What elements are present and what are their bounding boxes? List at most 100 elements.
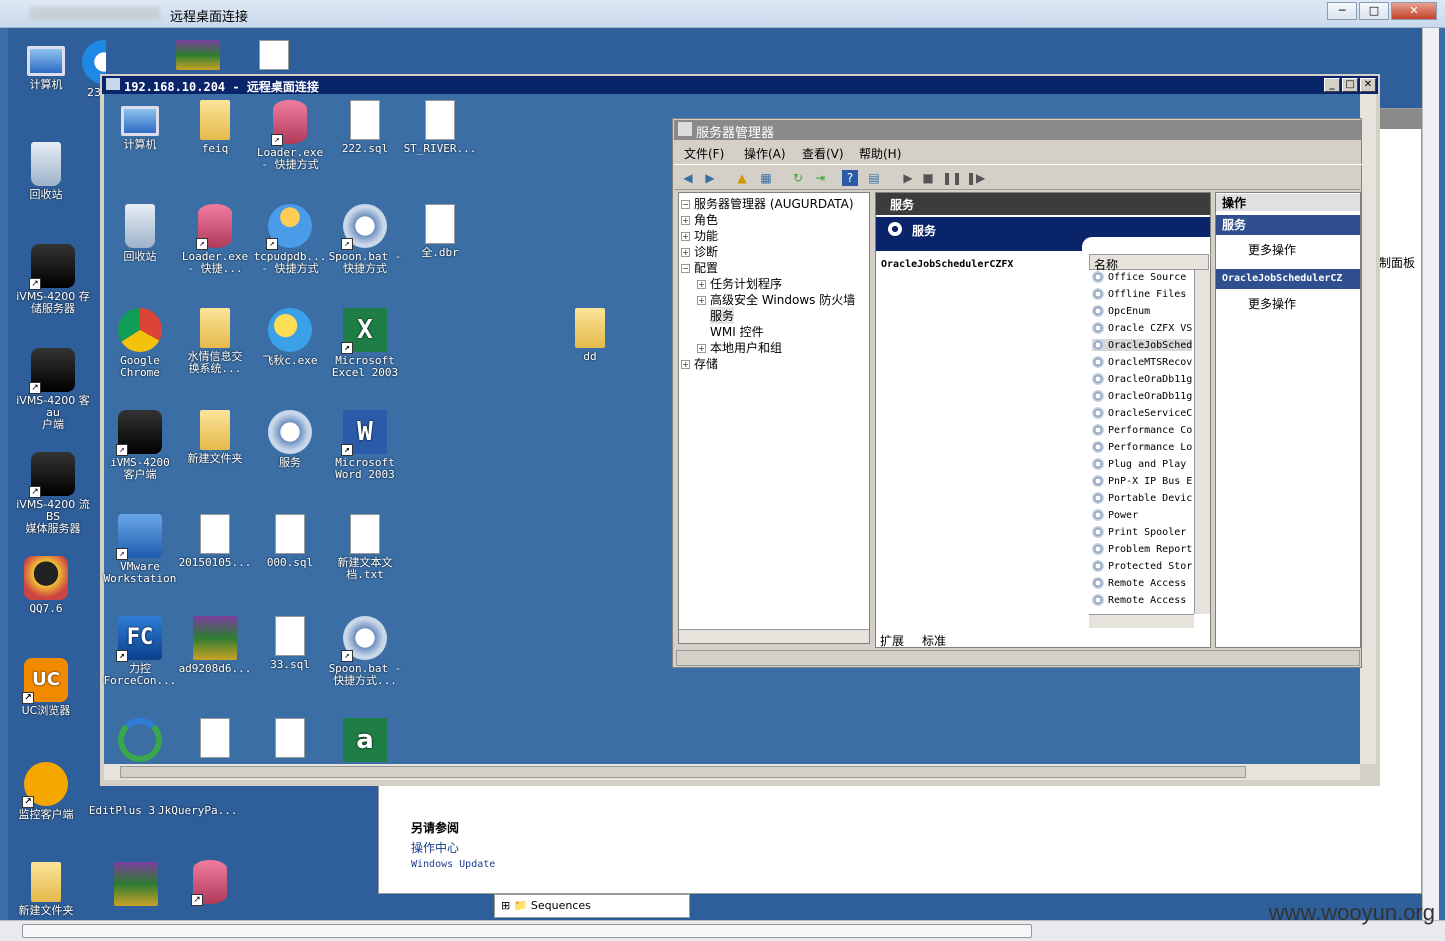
pause-icon[interactable]: ❚❚ <box>942 170 962 186</box>
inner-icon-excel[interactable]: X ↗ Microsoft Excel 2003 <box>327 308 403 379</box>
service-row[interactable]: Remote Access <box>1092 594 1186 606</box>
minimize-button[interactable]: ─ <box>1327 2 1357 20</box>
desktop-icon-file-top[interactable] <box>236 40 312 73</box>
service-row[interactable]: Portable Devic <box>1092 492 1192 504</box>
service-row[interactable]: Power <box>1092 509 1138 521</box>
inner-icon-water-info[interactable]: 水情信息交 换系统... <box>177 308 253 375</box>
inner-icon-000-sql[interactable]: 000.sql <box>252 514 328 569</box>
desktop-icon-uc[interactable]: UC ↗ UC浏览器 <box>8 658 84 717</box>
service-row[interactable]: OracleJobSched <box>1092 339 1193 351</box>
actions-section-selected[interactable]: OracleJobSchedulerCZ <box>1216 269 1360 289</box>
menu-action[interactable]: 操作(A) <box>744 145 786 162</box>
service-row[interactable]: Print Spooler <box>1092 526 1186 538</box>
menu-help[interactable]: 帮助(H) <box>859 145 901 162</box>
service-row[interactable]: OracleOraDb11g <box>1092 373 1192 385</box>
inner-icon-computer[interactable]: 计算机 <box>102 100 178 151</box>
more-actions-link[interactable]: 更多操作 <box>1248 241 1296 258</box>
desktop-icon-ivms-stream[interactable]: ↗ iVMS-4200 流 BS 媒体服务器 <box>8 452 98 535</box>
inner-icon-tcpudpdb[interactable]: ↗ tcpudpdb... - 快捷方式 <box>252 204 328 275</box>
actions-section-services[interactable]: 服务 <box>1216 215 1360 235</box>
tree-hscroll[interactable] <box>679 629 869 643</box>
desktop-icon-loader[interactable]: ↗ <box>172 860 248 907</box>
start-icon[interactable]: ▶ <box>900 170 916 186</box>
desktop-icon-recycle-bin[interactable]: 回收站 <box>8 142 84 201</box>
inner-icon-sql4[interactable] <box>252 718 328 761</box>
scroll-thumb[interactable] <box>120 766 1246 778</box>
inner-horizontal-scrollbar[interactable] <box>104 764 1360 780</box>
service-row[interactable]: OracleMTSRecov <box>1092 356 1192 368</box>
outer-horizontal-scrollbar[interactable] <box>0 920 1445 941</box>
desktop-icon-jkquery[interactable]: JkQueryPa... <box>158 786 237 817</box>
properties-icon[interactable]: ▤ <box>866 170 882 186</box>
inner-icon-20150105[interactable]: 20150105... <box>177 514 253 569</box>
service-row[interactable]: Offline Files <box>1092 288 1186 300</box>
stop-icon[interactable]: ■ <box>920 170 936 186</box>
close-button[interactable]: ✕ <box>1391 2 1437 20</box>
inner-icon-33-sql[interactable]: 33.sql <box>252 616 328 671</box>
outer-scroll-thumb[interactable] <box>22 924 1032 938</box>
service-row[interactable]: OpcEnum <box>1092 305 1150 317</box>
inner-icon-feiqiu[interactable]: 飞秋c.exe <box>252 308 328 367</box>
service-row[interactable]: OracleOraDb11g <box>1092 390 1192 402</box>
service-row[interactable]: Remote Access <box>1092 577 1186 589</box>
inner-icon-services[interactable]: 服务 <box>252 410 328 469</box>
windows-update-link[interactable]: Windows Update <box>411 859 495 870</box>
menu-view[interactable]: 查看(V) <box>802 145 844 162</box>
service-row[interactable]: Performance Lo <box>1092 441 1192 453</box>
inner-icon-222-sql[interactable]: 222.sql <box>327 100 403 155</box>
forward-icon[interactable]: ▶ <box>702 170 718 186</box>
inner-icon-new-folder[interactable]: 新建文件夹 <box>177 410 253 465</box>
name-column-header[interactable]: 名称 <box>1089 254 1209 272</box>
services-vscroll[interactable] <box>1194 270 1210 614</box>
inner-icon-word[interactable]: W ↗ Microsoft Word 2003 <box>327 410 403 481</box>
inner-vertical-scrollbar[interactable] <box>1360 94 1376 764</box>
inner-minimize-button[interactable]: _ <box>1324 78 1340 92</box>
service-row[interactable]: Plug and Play <box>1092 458 1186 470</box>
up-folder-icon[interactable]: ▲ <box>734 170 750 186</box>
menu-file[interactable]: 文件(F) <box>684 145 724 162</box>
inner-icon-new-txt[interactable]: 新建文本文 档.txt <box>327 514 403 581</box>
more-actions-link-2[interactable]: 更多操作 <box>1248 295 1296 312</box>
inner-icon-spoon2[interactable]: ↗ Spoon.bat - 快捷方式... <box>327 616 403 687</box>
service-row[interactable]: Oracle CZFX VS <box>1092 322 1192 334</box>
console-tree-icon[interactable]: ▦ <box>758 170 774 186</box>
desktop-icon-computer[interactable]: 计算机 <box>8 40 84 91</box>
refresh-icon[interactable]: ↻ <box>790 170 806 186</box>
desktop-icon-ivms-storage[interactable]: ↗ iVMS-4200 存 储服务器 <box>8 244 98 315</box>
inner-icon-spoon[interactable]: ↗ Spoon.bat - 快捷方式 <box>327 204 403 275</box>
inner-icon-forcecontrol[interactable]: FC ↗ 力控 ForceCon... <box>102 616 178 687</box>
inner-icon-vmware[interactable]: ↗ VMware Workstation <box>102 514 178 585</box>
inner-icon-chrome[interactable]: Google Chrome <box>102 308 178 379</box>
inner-icon-loader2[interactable]: ↗ Loader.exe - 快捷... <box>177 204 253 275</box>
desktop-icon-rar-top[interactable] <box>160 40 236 73</box>
service-row[interactable]: Performance Co <box>1092 424 1192 436</box>
inner-icon-dbr[interactable]: 全.dbr <box>402 204 478 259</box>
desktop-icon-monitor-client[interactable]: ↗ 监控客户端 <box>8 762 84 821</box>
inner-close-button[interactable]: ✕ <box>1360 78 1376 92</box>
back-icon[interactable]: ◀ <box>680 170 696 186</box>
action-center-link[interactable]: 操作中心 <box>411 839 459 856</box>
inner-icon-ad9208[interactable]: ad9208d6... <box>177 616 253 675</box>
inner-maximize-button[interactable]: □ <box>1342 78 1358 92</box>
inner-icon-st-river[interactable]: ST_RIVER... <box>402 100 478 155</box>
desktop-icon-new-folder[interactable]: 新建文件夹 <box>8 862 84 917</box>
inner-icon-feiq[interactable]: feiq <box>177 100 253 155</box>
service-row[interactable]: PnP-X IP Bus E <box>1092 475 1192 487</box>
desktop-icon-qq[interactable]: QQ7.6 <box>8 556 84 615</box>
inner-icon-sync[interactable] <box>102 718 178 765</box>
services-hscroll[interactable] <box>1089 614 1194 628</box>
service-row[interactable]: Problem Report <box>1092 543 1192 555</box>
help-icon[interactable]: ? <box>842 170 858 186</box>
restart-icon[interactable]: ❚▶ <box>966 170 985 186</box>
inner-icon-document[interactable] <box>177 718 253 761</box>
desktop-icon-editplus[interactable]: EditPlus 3 <box>84 786 160 817</box>
inner-icon-ivms[interactable]: ↗ iVMS-4200 客户端 <box>102 410 178 481</box>
export-icon[interactable]: ⇥ <box>812 170 828 186</box>
outer-vertical-scrollbar[interactable] <box>1422 28 1439 920</box>
service-row[interactable]: Protected Stor <box>1092 560 1192 572</box>
desktop-icon-rar[interactable] <box>98 862 174 909</box>
inner-icon-excel2[interactable]: a <box>327 718 403 765</box>
maximize-button[interactable]: □ <box>1359 2 1389 20</box>
inner-icon-dd[interactable]: dd <box>552 308 628 363</box>
desktop-icon-ivms-client[interactable]: ↗ iVMS-4200 客 au 户端 <box>8 348 98 431</box>
